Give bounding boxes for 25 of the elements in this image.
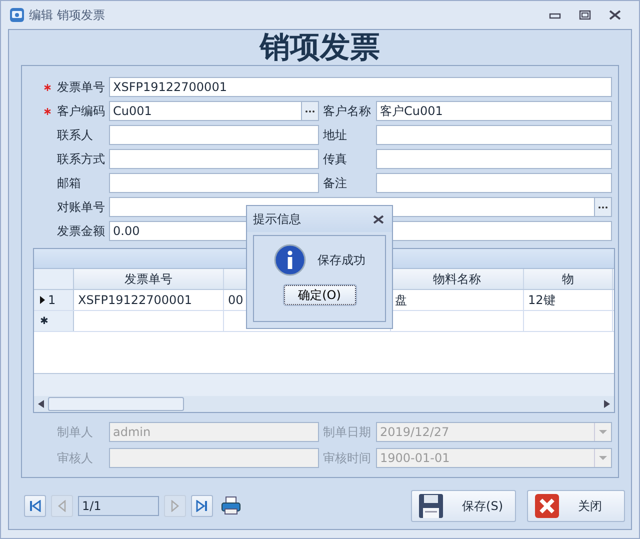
window-title: 编辑 销项发票 [29, 6, 105, 24]
field-label: 客户名称 [323, 102, 372, 120]
field-label: 审核人 [57, 450, 94, 466]
new-row-marker: ✱ [40, 316, 48, 326]
table-cell: XSFP19122700001 [78, 293, 192, 307]
field-label: 制单日期 [323, 424, 372, 440]
table-cell: 00 [228, 293, 244, 307]
field-label: 联系人 [57, 126, 94, 144]
dialog-title: 提示信息 [253, 210, 301, 228]
field-label: 对账单号 [57, 198, 106, 216]
field-label: 客户编码 [57, 102, 106, 120]
table-cell: 盘 [395, 292, 407, 308]
field-label: 备注 [323, 174, 348, 192]
field-label: 制单人 [57, 424, 94, 440]
field-label: 地址 [323, 126, 348, 144]
table-cell: 12键 [528, 292, 556, 308]
field-label: 传真 [323, 150, 348, 168]
field-label: 联系方式 [57, 150, 106, 168]
field-label: 审核时间 [323, 450, 372, 466]
dialog-message: 保存成功 [318, 252, 366, 268]
field-label: 邮箱 [57, 174, 82, 192]
field-label: 发票单号 [57, 78, 106, 96]
form-heading: 销项发票 [258, 31, 381, 65]
field-label: 发票金额 [57, 222, 106, 240]
row-number: 1 [48, 293, 56, 307]
